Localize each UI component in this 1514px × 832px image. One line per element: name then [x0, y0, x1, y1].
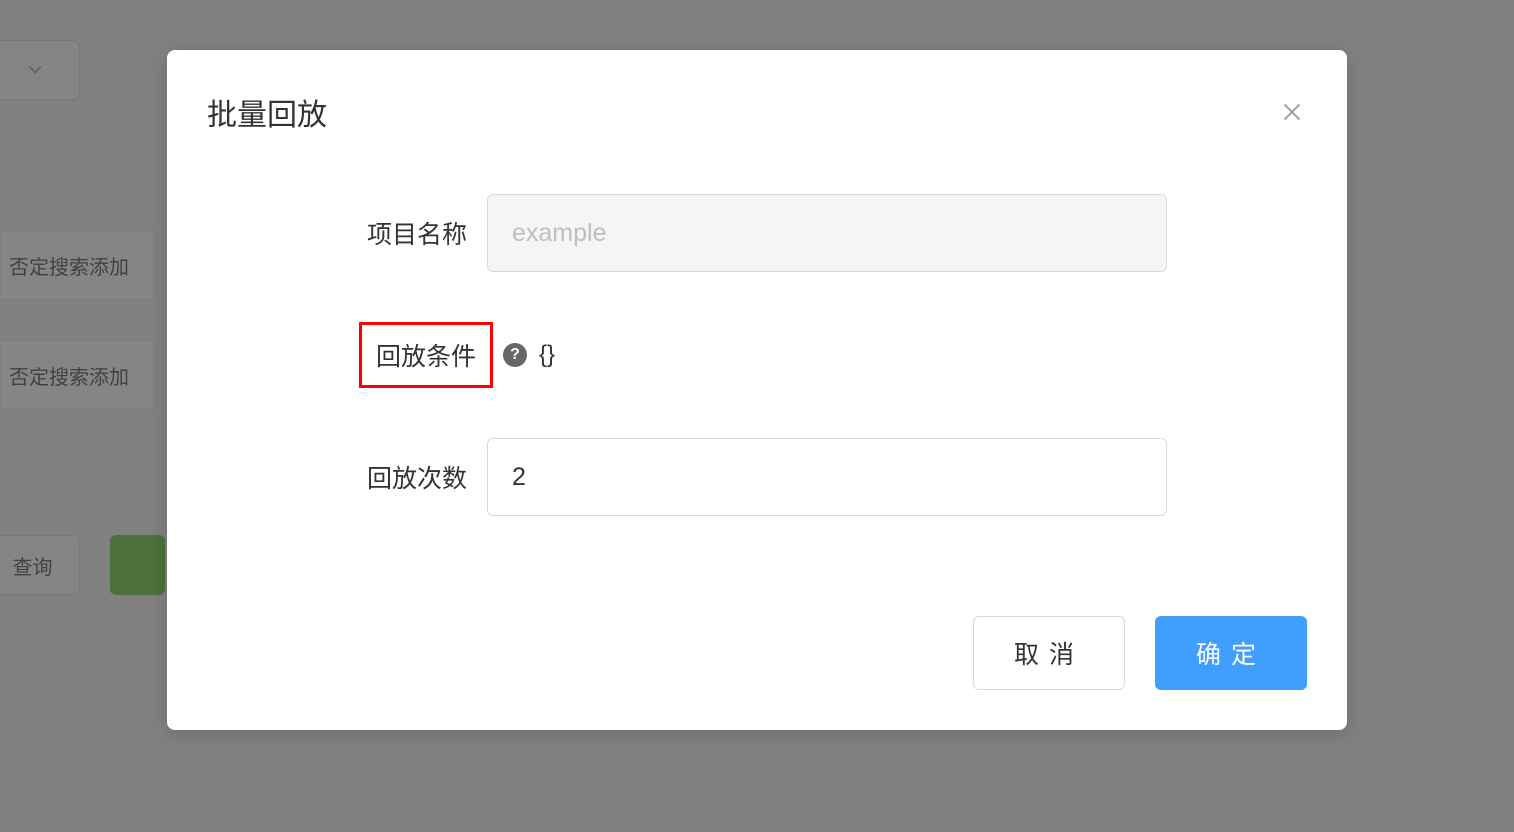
replay-count-label: 回放次数	[207, 459, 487, 495]
batch-replay-modal: 批量回放 项目名称 回放条件 ? {} 回放次数 取消	[167, 50, 1347, 730]
replay-count-row: 回放次数	[207, 438, 1307, 516]
modal-footer: 取消 确定	[207, 616, 1307, 690]
replay-count-input[interactable]	[487, 438, 1167, 516]
replay-condition-label: 回放条件	[359, 322, 493, 388]
replay-condition-value: {}	[539, 341, 555, 369]
replay-condition-row: 回放条件 ? {}	[207, 322, 1307, 388]
modal-title: 批量回放	[207, 90, 327, 134]
close-button[interactable]	[1277, 97, 1307, 127]
help-icon[interactable]: ?	[503, 343, 527, 367]
modal-overlay: 批量回放 项目名称 回放条件 ? {} 回放次数 取消	[0, 0, 1514, 832]
close-icon	[1282, 102, 1302, 122]
project-name-label: 项目名称	[207, 215, 487, 251]
cancel-button[interactable]: 取消	[973, 616, 1125, 690]
project-name-row: 项目名称	[207, 194, 1307, 272]
project-name-input	[487, 194, 1167, 272]
modal-header: 批量回放	[207, 90, 1307, 134]
confirm-button[interactable]: 确定	[1155, 616, 1307, 690]
